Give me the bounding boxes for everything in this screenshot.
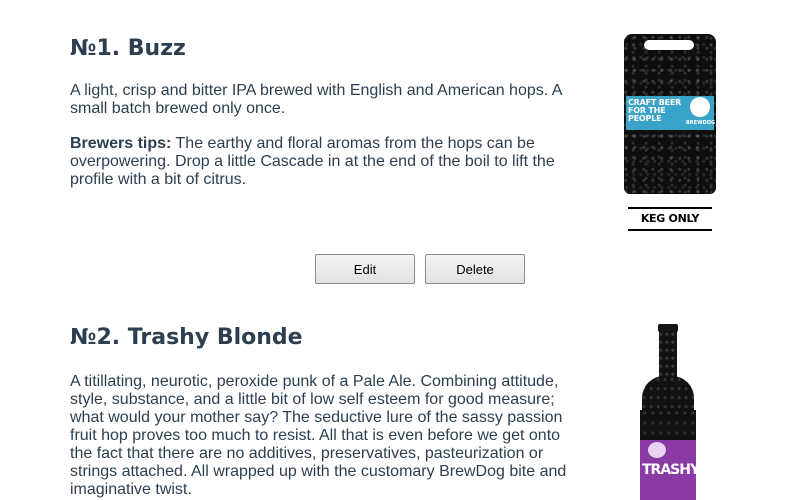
edit-button[interactable]: Edit (315, 254, 415, 284)
bottle-neck (659, 331, 677, 381)
beer-description: A light, crisp and bitter IPA brewed wit… (70, 82, 562, 117)
brewdog-logo-icon (690, 97, 710, 117)
keg-label-text: CRAFT BEER FOR THE PEOPLE (628, 98, 682, 123)
keg-brand-text: BREWDOG (686, 120, 716, 126)
beer-description: A titillating, neurotic, peroxide punk o… (70, 373, 567, 498)
bottle-label-text: TRASHY (642, 462, 698, 478)
beer-title: №1. Buzz (70, 36, 186, 61)
brewers-tips-label: Brewers tips: (70, 135, 172, 152)
beer-title: №2. Trashy Blonde (70, 325, 303, 350)
delete-button[interactable]: Delete (425, 254, 525, 284)
brewdog-logo-icon (648, 442, 666, 458)
keg-handle (644, 40, 694, 50)
brewers-tips: Brewers tips: The earthy and floral arom… (70, 135, 570, 189)
keg-only-caption: KEG ONLY (628, 207, 712, 231)
bottle-image: TRASHY (638, 324, 698, 500)
keg-image: CRAFT BEER FOR THE PEOPLE BREWDOG (622, 34, 716, 196)
